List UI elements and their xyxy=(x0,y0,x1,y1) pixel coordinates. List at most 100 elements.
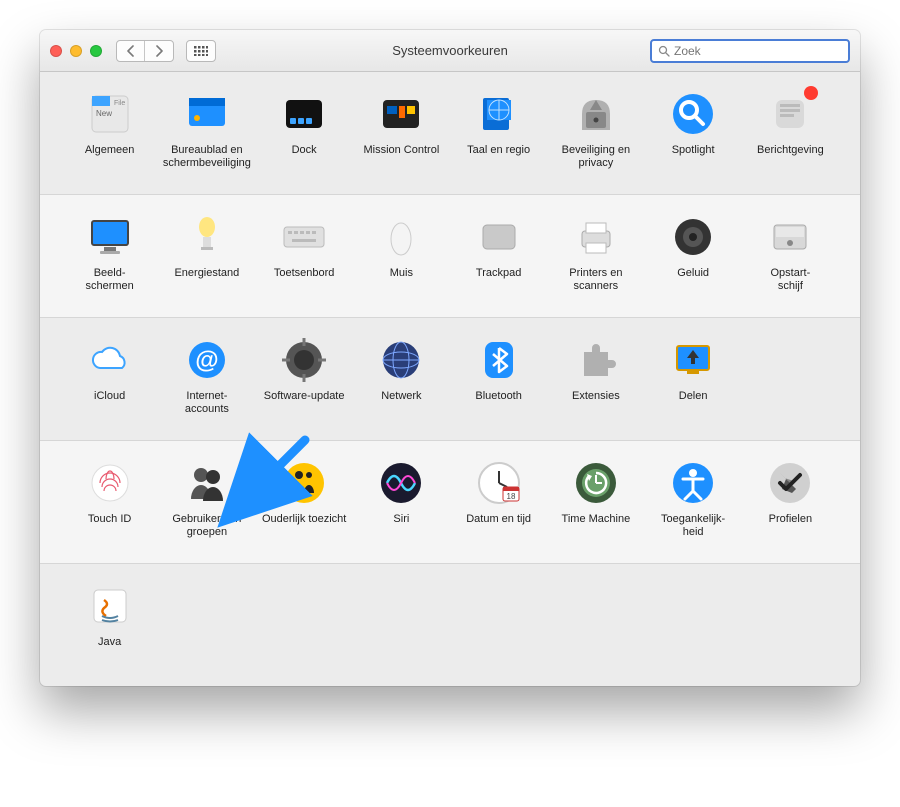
pref-label: Toetsenbord xyxy=(274,267,335,280)
pref-label: Spotlight xyxy=(672,144,715,157)
beveiliging-icon xyxy=(572,90,620,138)
svg-text:18: 18 xyxy=(506,492,515,501)
notification-badge xyxy=(804,86,818,100)
pref-label: Siri xyxy=(393,513,409,526)
maximize-button[interactable] xyxy=(90,45,102,57)
pref-label: Delen xyxy=(679,390,708,403)
minimize-button[interactable] xyxy=(70,45,82,57)
pref-software[interactable]: Software-update xyxy=(257,336,352,426)
forward-button[interactable] xyxy=(145,41,173,61)
pref-label: iCloud xyxy=(94,390,125,403)
close-button[interactable] xyxy=(50,45,62,57)
pref-berichtgeving[interactable]: Berichtgeving xyxy=(743,90,838,180)
energie-icon xyxy=(183,213,231,261)
delen-icon xyxy=(669,336,717,384)
pref-row: Java xyxy=(40,564,860,686)
pref-trackpad[interactable]: Trackpad xyxy=(451,213,546,303)
titlebar: Systeemvoorkeuren xyxy=(40,30,860,72)
pref-label: Extensies xyxy=(572,390,620,403)
pref-row: FileNewAlgemeenBureaublad en schermbevei… xyxy=(40,72,860,195)
pref-toetsenbord[interactable]: Toetsenbord xyxy=(257,213,352,303)
opstart-icon xyxy=(766,213,814,261)
pref-label: Geluid xyxy=(677,267,709,280)
pref-datum[interactable]: 18 Datum en tijd xyxy=(451,459,546,549)
pref-toegankelijkheid[interactable]: Toegankelijk- heid xyxy=(646,459,741,549)
pref-icloud[interactable]: iCloud xyxy=(62,336,157,426)
pref-delen[interactable]: Delen xyxy=(646,336,741,426)
pref-opstart[interactable]: Opstart- schijf xyxy=(743,213,838,303)
datum-icon: 18 xyxy=(475,459,523,507)
pref-beveiliging[interactable]: Beveiliging en privacy xyxy=(548,90,643,180)
pref-label: Java xyxy=(98,636,121,649)
timemachine-icon xyxy=(572,459,620,507)
internet-icon: @ xyxy=(183,336,231,384)
pref-timemachine[interactable]: Time Machine xyxy=(548,459,643,549)
geluid-icon xyxy=(669,213,717,261)
pref-mission[interactable]: Mission Control xyxy=(354,90,449,180)
toegankelijkheid-icon xyxy=(669,459,717,507)
pref-gebruikers[interactable]: Gebruikers en groepen xyxy=(159,459,254,549)
pref-profielen[interactable]: Profielen xyxy=(743,459,838,549)
pref-label: Berichtgeving xyxy=(757,144,824,157)
bluetooth-icon xyxy=(475,336,523,384)
pref-label: Energiestand xyxy=(174,267,239,280)
dock-icon xyxy=(280,90,328,138)
algemeen-icon: FileNew xyxy=(86,90,134,138)
pref-label: Bluetooth xyxy=(475,390,521,403)
pref-label: Taal en regio xyxy=(467,144,530,157)
pref-beeldschermen[interactable]: Beeld- schermen xyxy=(62,213,157,303)
pref-label: Beveiliging en privacy xyxy=(550,144,642,170)
pref-row: iCloud @Internet- accountsSoftware-update… xyxy=(40,318,860,441)
pref-label: Printers en scanners xyxy=(550,267,642,293)
berichtgeving-icon xyxy=(766,90,814,138)
svg-text:New: New xyxy=(96,109,112,118)
pref-label: Dock xyxy=(292,144,317,157)
printers-icon xyxy=(572,213,620,261)
pref-label: Toegankelijk- heid xyxy=(661,513,725,539)
pref-ouderlijk[interactable]: Ouderlijk toezicht xyxy=(257,459,352,549)
extensies-icon xyxy=(572,336,620,384)
pref-printers[interactable]: Printers en scanners xyxy=(548,213,643,303)
pref-extensies[interactable]: Extensies xyxy=(548,336,643,426)
pref-bluetooth[interactable]: Bluetooth xyxy=(451,336,546,426)
pref-internet[interactable]: @Internet- accounts xyxy=(159,336,254,426)
profielen-icon xyxy=(766,459,814,507)
pref-taal[interactable]: Taal en regio xyxy=(451,90,546,180)
pref-muis[interactable]: Muis xyxy=(354,213,449,303)
pref-algemeen[interactable]: FileNewAlgemeen xyxy=(62,90,157,180)
netwerk-icon xyxy=(377,336,425,384)
pref-java[interactable]: Java xyxy=(62,582,157,672)
toetsenbord-icon xyxy=(280,213,328,261)
spotlight-icon xyxy=(669,90,717,138)
gebruikers-icon xyxy=(183,459,231,507)
pref-label: Profielen xyxy=(769,513,812,526)
pref-label: Datum en tijd xyxy=(466,513,531,526)
search-input[interactable] xyxy=(674,44,842,58)
icloud-icon xyxy=(86,336,134,384)
pref-row: Touch IDGebruikers en groepenOuderlijk t… xyxy=(40,441,860,564)
pref-label: Time Machine xyxy=(562,513,631,526)
pref-label: Muis xyxy=(390,267,413,280)
muis-icon xyxy=(377,213,425,261)
back-button[interactable] xyxy=(117,41,145,61)
pref-label: Netwerk xyxy=(381,390,421,403)
pref-spotlight[interactable]: Spotlight xyxy=(646,90,741,180)
trackpad-icon xyxy=(475,213,523,261)
pref-touchid[interactable]: Touch ID xyxy=(62,459,157,549)
pref-netwerk[interactable]: Netwerk xyxy=(354,336,449,426)
pref-label: Opstart- schijf xyxy=(771,267,811,293)
search-field[interactable] xyxy=(650,39,850,63)
beeldschermen-icon xyxy=(86,213,134,261)
pref-label: Beeld- schermen xyxy=(85,267,133,293)
pref-dock[interactable]: Dock xyxy=(257,90,352,180)
touchid-icon xyxy=(86,459,134,507)
show-all-button[interactable] xyxy=(186,40,216,62)
ouderlijk-icon xyxy=(280,459,328,507)
pref-bureaublad[interactable]: Bureaublad en schermbeveiliging xyxy=(159,90,254,180)
preference-rows: FileNewAlgemeenBureaublad en schermbevei… xyxy=(40,72,860,686)
pref-siri[interactable]: Siri xyxy=(354,459,449,549)
java-icon xyxy=(86,582,134,630)
pref-geluid[interactable]: Geluid xyxy=(646,213,741,303)
pref-energie[interactable]: Energiestand xyxy=(159,213,254,303)
pref-label: Bureaublad en schermbeveiliging xyxy=(161,144,253,170)
